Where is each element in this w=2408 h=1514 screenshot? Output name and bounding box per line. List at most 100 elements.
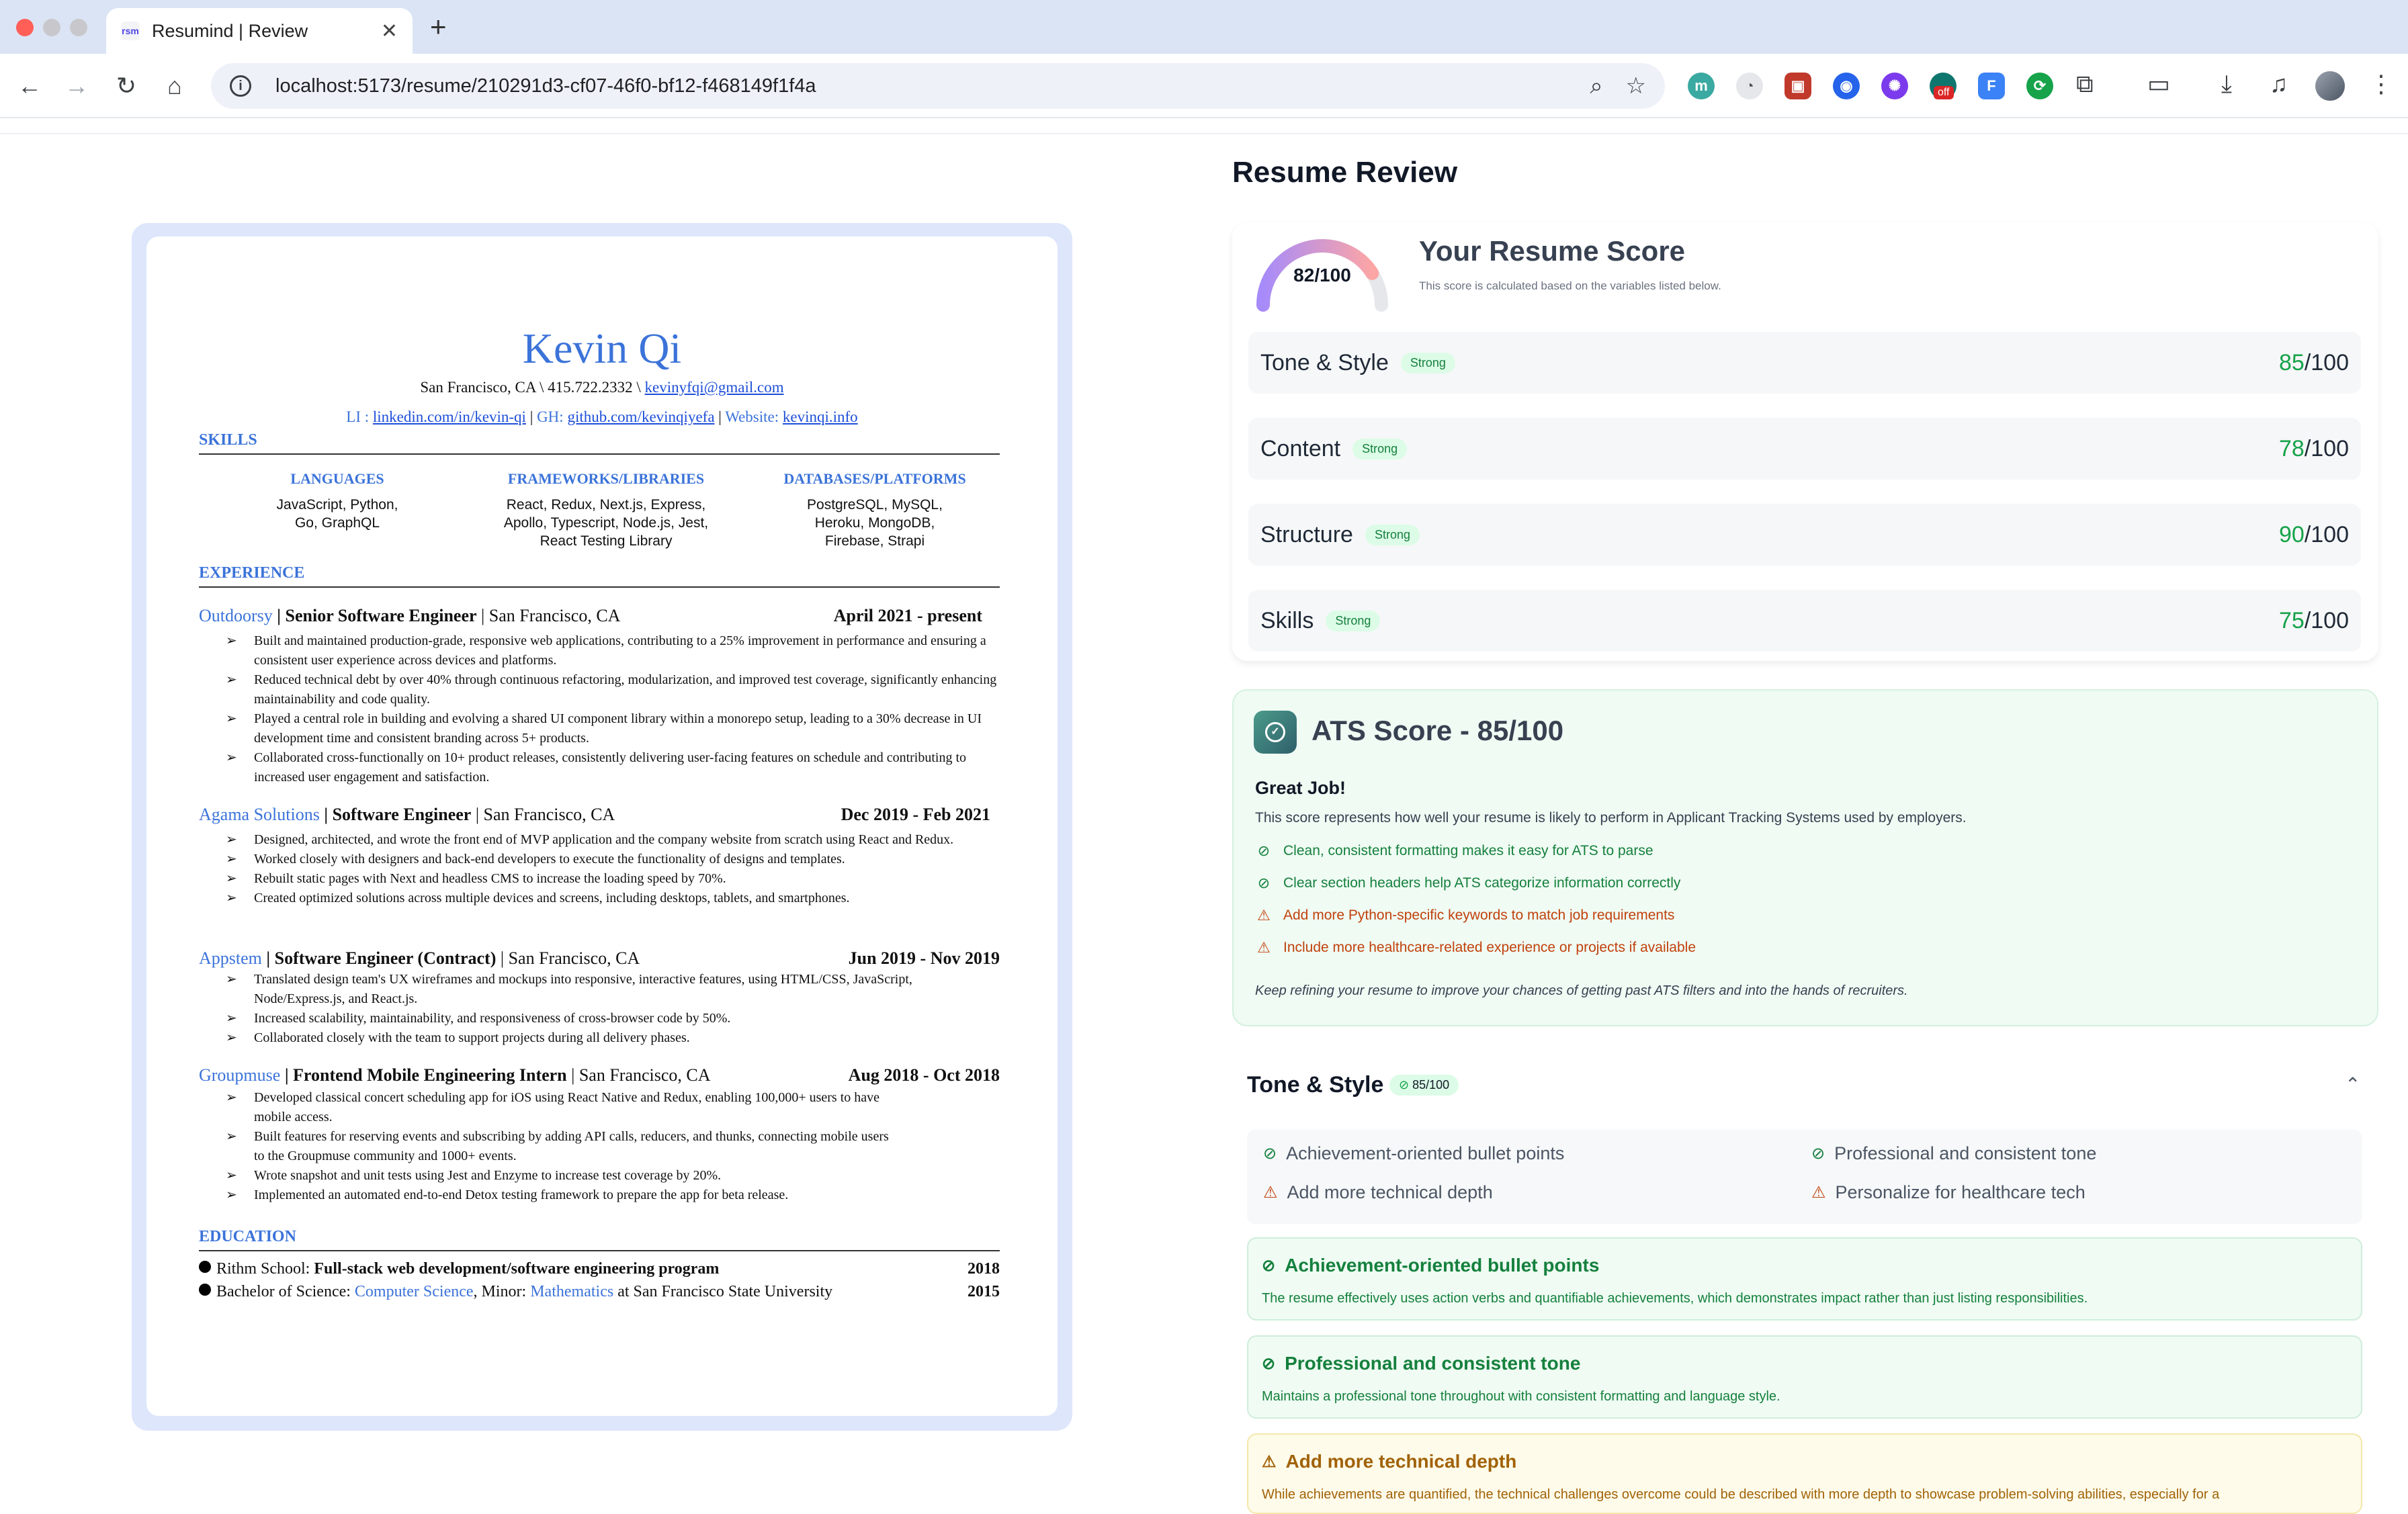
skills-heading: SKILLS xyxy=(199,431,1000,455)
skill-line: Heroku, MongoDB, xyxy=(814,515,935,531)
skill-line: PostgreSQL, MySQL, xyxy=(807,497,943,513)
job-header: Groupmuse | Frontend Mobile Engineering … xyxy=(199,1065,1000,1085)
website-label: Website: xyxy=(725,408,779,425)
tip-title: ⊘ Achievement-oriented bullet points xyxy=(1262,1255,1600,1276)
menu-icon[interactable]: ⋮ xyxy=(2369,70,2393,98)
extensions-puzzle-icon[interactable]: ⧉ xyxy=(2076,70,2094,99)
check-circle-icon: ⊘ xyxy=(1257,875,1271,891)
job-title: | Senior Software Engineer xyxy=(272,606,477,625)
forward-icon[interactable]: → xyxy=(60,70,93,102)
bullet: Collaborated closely with the team to su… xyxy=(226,1028,1005,1048)
address-bar[interactable]: i localhost:5173/resume/210291d3-cf07-46… xyxy=(211,63,1665,109)
job-header: Agama Solutions | Software Engineer | Sa… xyxy=(199,805,1000,825)
github-link[interactable]: github.com/kevinqiyefa xyxy=(567,408,714,425)
edu-minor: Mathematics xyxy=(530,1283,614,1300)
chevron-up-icon[interactable]: ⌃ xyxy=(2345,1073,2360,1096)
page-divider xyxy=(0,133,2408,134)
edu-year: 2018 xyxy=(968,1260,1000,1278)
extension-badge: off xyxy=(1934,86,1954,99)
url-text[interactable]: localhost:5173/resume/210291d3-cf07-46f0… xyxy=(275,75,1567,97)
zoom-window-button[interactable] xyxy=(70,19,87,36)
reload-icon[interactable]: ↻ xyxy=(110,70,142,102)
score-heading: Your Resume Score xyxy=(1419,235,1686,267)
resume-score-card: 82/100 Your Resume Score This score is c… xyxy=(1232,223,2378,661)
bullet: Played a central role in building and ev… xyxy=(226,709,1005,748)
back-icon[interactable]: ← xyxy=(13,70,46,102)
extension-gear-icon[interactable]: ✺ xyxy=(1881,73,1908,99)
warning-icon: ⚠ xyxy=(1262,1452,1277,1471)
job-bullets: Developed classical concert scheduling a… xyxy=(226,1088,898,1205)
job-company: Agama Solutions xyxy=(199,805,320,824)
profile-avatar[interactable] xyxy=(2315,71,2345,101)
summary-item: ⊘ Achievement-oriented bullet points xyxy=(1263,1143,1565,1163)
zoom-icon[interactable]: ⌕ xyxy=(1590,73,1602,99)
edu-major: Computer Science xyxy=(354,1283,474,1300)
tip-title: ⊘ Professional and consistent tone xyxy=(1262,1353,1581,1374)
category-badge: Strong xyxy=(1352,438,1408,459)
category-row-structure[interactable]: Structure Strong 90/100 xyxy=(1248,504,2361,566)
tip-body: While achievements are quantified, the t… xyxy=(1262,1487,2220,1502)
education-heading: EDUCATION xyxy=(199,1228,1000,1251)
new-tab-icon[interactable]: + xyxy=(430,12,447,42)
bullet: Created optimized solutions across multi… xyxy=(226,889,1005,908)
website-link[interactable]: kevinqi.info xyxy=(783,408,858,425)
bullet: Designed, architected, and wrote the fro… xyxy=(226,830,1005,850)
skill-line: React, Redux, Next.js, Express, xyxy=(506,497,706,513)
job-company: Outdoorsy xyxy=(199,606,273,625)
warning-icon: ⚠ xyxy=(1263,1184,1278,1202)
browser-toolbar: ← → ↻ ⌂ i localhost:5173/resume/210291d3… xyxy=(0,54,2408,118)
skill-line: Firebase, Strapi xyxy=(824,533,925,549)
category-score: 75/100 xyxy=(2278,607,2349,633)
close-tab-icon[interactable]: ✕ xyxy=(381,19,398,43)
ats-tip: ⊘ Clear section headers help ATS categori… xyxy=(1255,875,1681,892)
extension-face-icon[interactable]: ◔ xyxy=(1736,73,1763,99)
ats-tip: ⊘ Clean, consistent formatting makes it e… xyxy=(1255,842,1653,860)
bullet: Developed classical concert scheduling a… xyxy=(226,1088,898,1127)
tip-body: The resume effectively uses action verbs… xyxy=(1262,1291,2088,1306)
extension-green-icon[interactable]: ⟳ xyxy=(2026,73,2053,99)
browser-tab[interactable]: rsm Resumind | Review ✕ xyxy=(106,8,413,54)
edu-school: at San Francisco State University xyxy=(613,1283,833,1300)
li-label: LI : xyxy=(346,408,370,425)
media-icon[interactable]: ♫ xyxy=(2270,70,2288,98)
bullet: Worked closely with designers and back-e… xyxy=(226,850,1005,869)
ats-great: Great Job! xyxy=(1255,778,1346,798)
check-circle-icon: ⊘ xyxy=(1263,1145,1277,1163)
download-icon[interactable]: ⤓ xyxy=(2221,70,2232,99)
close-window-button[interactable] xyxy=(16,19,34,36)
tone-style-heading[interactable]: Tone & Style xyxy=(1247,1072,1383,1098)
skills-languages: LANGUAGES JavaScript, Python, Go, GraphQ… xyxy=(223,470,452,532)
category-row-content[interactable]: Content Strong 78/100 xyxy=(1248,418,2361,480)
edu-program: Full-stack web development/software engi… xyxy=(314,1260,720,1278)
ats-tip: ⚠ Add more Python-specific keywords to ma… xyxy=(1255,907,1674,924)
extension-m-icon[interactable]: m xyxy=(1688,73,1715,99)
experience-heading: EXPERIENCE xyxy=(199,564,1000,588)
warning-icon: ⚠ xyxy=(1257,907,1271,924)
home-icon[interactable]: ⌂ xyxy=(159,70,191,102)
job-bullets: Translated design team's UX wireframes a… xyxy=(226,970,1005,1048)
skills-frameworks: FRAMEWORKS/LIBRARIES React, Redux, Next.… xyxy=(492,470,720,550)
bookmark-star-icon[interactable]: ☆ xyxy=(1626,73,1646,99)
category-row-skills[interactable]: Skills Strong 75/100 xyxy=(1248,590,2361,652)
job-date: Dec 2019 - Feb 2021 xyxy=(841,805,990,824)
category-name: Content xyxy=(1260,435,1341,461)
job-location: | San Francisco, CA xyxy=(476,606,621,625)
category-score: 85/100 xyxy=(2278,349,2349,375)
extension-blue-icon[interactable]: ◉ xyxy=(1833,73,1860,99)
resume-preview[interactable]: Kevin Qi San Francisco, CA \ 415.722.233… xyxy=(146,236,1058,1416)
job-title: | Software Engineer xyxy=(319,805,472,824)
resume-contact: San Francisco, CA \ 415.722.2332 \ kevin… xyxy=(146,379,1058,396)
minimize-window-button[interactable] xyxy=(43,19,60,36)
extension-red-icon[interactable]: ▣ xyxy=(1784,73,1811,99)
extension-f-icon[interactable]: F xyxy=(1978,73,2005,99)
job-date: Jun 2019 - Nov 2019 xyxy=(848,948,1000,968)
email-link[interactable]: kevinyfqi@gmail.com xyxy=(645,379,784,396)
category-row-tone[interactable]: Tone & Style Strong 85/100 xyxy=(1248,332,2361,394)
score-subtitle: This score is calculated based on the va… xyxy=(1419,279,1721,292)
reading-list-icon[interactable]: ▭ xyxy=(2147,70,2170,98)
tip-title: ⚠ Add more technical depth xyxy=(1262,1451,1517,1472)
job-header: Outdoorsy | Senior Software Engineer | S… xyxy=(199,606,1000,626)
linkedin-link[interactable]: linkedin.com/in/kevin-qi xyxy=(373,408,526,425)
bullet-dot-icon xyxy=(199,1284,211,1296)
site-info-icon[interactable]: i xyxy=(230,75,251,97)
